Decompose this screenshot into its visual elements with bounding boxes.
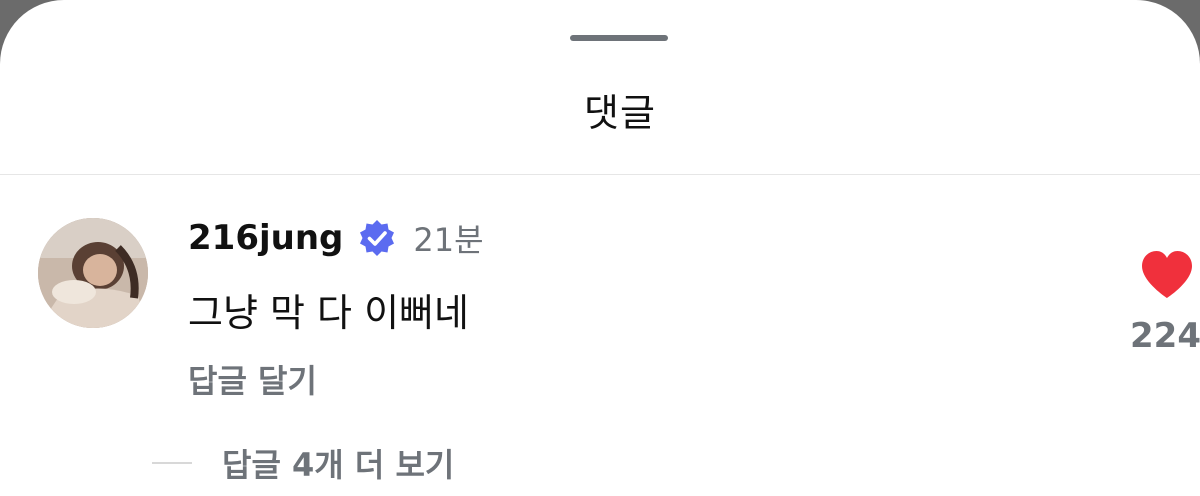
verified-badge-icon (360, 220, 395, 256)
reply-button[interactable]: 답글 달기 (188, 356, 317, 402)
avatar-photo (38, 218, 148, 328)
like-count: 224 (1130, 316, 1200, 356)
comment-text: 그냥 막 다 이뻐네 (188, 291, 469, 335)
header-divider (0, 174, 1200, 175)
comment-header: 216jung 21분 (188, 210, 484, 266)
heart-icon[interactable] (1140, 250, 1194, 300)
comment-username[interactable]: 216jung (188, 218, 343, 258)
view-more-replies[interactable]: 답글 4개 더 보기 (152, 440, 454, 486)
like-group: 224 (1130, 250, 1200, 360)
avatar[interactable] (38, 218, 148, 328)
comments-sheet: 댓글 216jung 21분 그냥 막 다 이뻐네 답글 달기 224 답글 4… (0, 0, 1200, 496)
drag-handle[interactable] (570, 35, 668, 41)
replies-indent-line (152, 462, 192, 464)
sheet-title: 댓글 (584, 91, 656, 135)
view-more-replies-label: 답글 4개 더 보기 (222, 446, 455, 484)
comment-timestamp: 21분 (413, 221, 484, 259)
